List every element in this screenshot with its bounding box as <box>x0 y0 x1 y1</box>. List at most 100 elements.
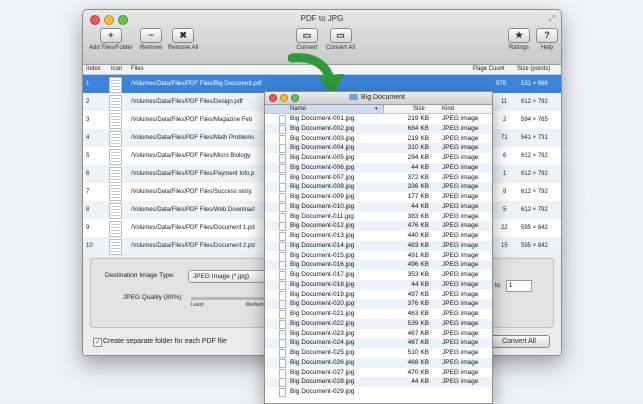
jpeg-file-icon <box>279 358 286 368</box>
convert-all-footer-button[interactable]: Convert All <box>488 335 550 348</box>
finder-file-size: 491 KB <box>407 251 429 259</box>
finder-file-row[interactable]: Big Document-010.jpg 44 KB JPEG image <box>265 201 492 212</box>
jpeg-file-icon <box>279 310 286 319</box>
convert-button[interactable]: ▭ Convert <box>296 28 318 51</box>
finder-file-row[interactable]: Big Document-026.jpg 468 KB JPEG image <box>265 357 492 368</box>
finder-file-row[interactable]: Big Document-001.jpg 219 KB JPEG image <box>265 114 492 124</box>
convert-all-button[interactable]: ▭ Convert All <box>326 28 355 51</box>
finder-titlebar: Big Document <box>265 92 492 105</box>
jpeg-file-icon <box>279 212 286 222</box>
jpeg-file-icon <box>279 368 286 378</box>
finder-file-kind: JPEG image <box>442 241 479 249</box>
finder-file-row[interactable]: Big Document-013.jpg 440 KB JPEG image <box>265 231 492 241</box>
finder-file-row[interactable]: Big Document-008.jpg 336 KB JPEG image <box>265 182 492 193</box>
finder-file-row[interactable]: Big Document-006.jpg 44 KB JPEG image <box>265 162 492 173</box>
ratings-button[interactable]: ★ Ratings <box>508 28 530 51</box>
finder-file-row[interactable]: Big Document-021.jpg 463 KB JPEG image <box>265 309 492 319</box>
finder-file-kind: JPEG image <box>442 261 479 269</box>
finder-file-name: Big Document-004.jpg <box>290 144 355 152</box>
x-icon: ✖ <box>172 28 195 43</box>
finder-file-row[interactable]: Big Document-002.jpg 684 KB JPEG image <box>265 123 492 134</box>
jpeg-file-icon <box>279 271 286 280</box>
finder-window-controls <box>269 94 299 102</box>
star-icon: ★ <box>508 28 530 43</box>
zoom-icon[interactable] <box>291 94 299 102</box>
finder-file-size: 476 KB <box>407 222 429 230</box>
col-icon[interactable]: Icon <box>111 66 122 72</box>
finder-file-size: 44 KB <box>411 163 429 171</box>
finder-file-kind: JPEG image <box>442 202 479 210</box>
jpeg-quality-label: JPEG Quality (80%): <box>123 294 183 301</box>
separate-folder-checkbox[interactable]: ✓ <box>93 338 102 347</box>
finder-file-row[interactable]: Big Document-015.jpg 491 KB JPEG image <box>265 251 492 261</box>
remove-button[interactable]: − Remove <box>140 28 162 51</box>
remove-all-button[interactable]: ✖ Remove All <box>168 28 198 51</box>
row-size: 612 × 792 <box>521 99 548 105</box>
row-index: 3 <box>86 117 90 123</box>
row-file: /Volumes/Data/Files/PDF Files/Payment In… <box>131 171 255 177</box>
finder-file-row[interactable]: Big Document-029.jpg <box>265 387 492 397</box>
finder-file-row[interactable]: Big Document-007.jpg 372 KB JPEG image <box>265 173 492 183</box>
finder-file-row[interactable]: Big Document-024.jpg 467 KB JPEG image <box>265 338 492 349</box>
convert-all-icon: ▭ <box>329 28 352 43</box>
finder-file-row[interactable]: Big Document-028.jpg 44 KB JPEG image <box>265 377 492 388</box>
finder-file-row[interactable]: Big Document-012.jpg 476 KB JPEG image <box>265 221 492 232</box>
fullscreen-icon[interactable]: ⤢ <box>549 14 555 24</box>
row-file: /Volumes/Data/Files/PDF Files/Success st… <box>131 189 253 195</box>
finder-file-name: Big Document-024.jpg <box>290 339 355 347</box>
finder-file-name: Big Document-021.jpg <box>290 310 355 317</box>
minimize-icon[interactable] <box>280 94 288 102</box>
jpeg-quality-slider[interactable] <box>191 297 271 300</box>
finder-file-row[interactable]: Big Document-023.jpg 467 KB JPEG image <box>265 329 492 339</box>
ratings-label: Ratings <box>508 45 530 51</box>
plus-icon: + <box>99 28 122 43</box>
finder-file-size: 353 KB <box>407 271 429 278</box>
row-pages: 5 <box>503 207 507 213</box>
col-page-count[interactable]: Page Count <box>473 66 505 72</box>
finder-file-row[interactable]: Big Document-004.jpg 310 KB JPEG image <box>265 143 492 154</box>
close-icon[interactable] <box>269 94 277 102</box>
finder-window: Big Document Name ▾ Size Kind Big Docume… <box>264 91 493 404</box>
finder-file-row[interactable]: Big Document-020.jpg 376 KB JPEG image <box>265 299 492 310</box>
finder-file-name: Big Document-022.jpg <box>290 319 355 327</box>
range-end-field[interactable]: 1 <box>506 280 532 292</box>
finder-file-size: 539 KB <box>407 319 429 327</box>
jpeg-file-icon <box>279 261 286 271</box>
col-files[interactable]: Files <box>131 66 144 72</box>
finder-col-name[interactable]: Name <box>290 106 306 112</box>
finder-file-row[interactable]: Big Document-019.jpg 497 KB JPEG image <box>265 290 492 300</box>
finder-file-row[interactable]: Big Document-014.jpg 483 KB JPEG image <box>265 240 492 251</box>
finder-file-row[interactable]: Big Document-003.jpg 219 KB JPEG image <box>265 134 492 144</box>
finder-file-kind: JPEG image <box>442 222 479 230</box>
finder-file-name: Big Document-009.jpg <box>290 193 355 200</box>
row-size: 541 × 731 <box>521 135 548 141</box>
finder-file-row[interactable]: Big Document-018.jpg 44 KB JPEG image <box>265 279 492 290</box>
help-button[interactable]: ? Help <box>536 28 558 51</box>
finder-file-kind: JPEG image <box>442 339 479 347</box>
finder-col-kind[interactable]: Kind <box>442 106 454 112</box>
finder-file-row[interactable]: Big Document-011.jpg 383 KB JPEG image <box>265 212 492 222</box>
finder-file-row[interactable]: Big Document-022.jpg 539 KB JPEG image <box>265 318 492 329</box>
col-index[interactable]: Index <box>86 66 101 72</box>
finder-file-name: Big Document-015.jpg <box>290 251 355 259</box>
finder-file-row[interactable]: Big Document-005.jpg 294 KB JPEG image <box>265 153 492 163</box>
finder-file-size: 44 KB <box>411 202 429 210</box>
col-size[interactable]: Size (points) <box>517 66 550 72</box>
finder-col-size[interactable]: Size <box>413 106 425 112</box>
add-files-button[interactable]: + Add Files/Folder <box>89 28 133 51</box>
row-index: 8 <box>86 207 90 213</box>
finder-file-kind: JPEG image <box>442 124 479 132</box>
finder-file-name: Big Document-016.jpg <box>290 261 355 269</box>
finder-file-row[interactable]: Big Document-027.jpg 470 KB JPEG image <box>265 368 492 378</box>
row-index: 1 <box>86 81 90 87</box>
row-file: /Volumes/Data/Files/PDF Files/Micro Biol… <box>131 153 252 159</box>
finder-file-row[interactable]: Big Document-016.jpg 496 KB JPEG image <box>265 260 492 271</box>
finder-file-kind: JPEG image <box>442 378 479 386</box>
row-index: 2 <box>86 99 90 105</box>
finder-file-kind: JPEG image <box>442 368 479 376</box>
finder-file-row[interactable]: Big Document-009.jpg 177 KB JPEG image <box>265 192 492 202</box>
finder-file-row[interactable]: Big Document-025.jpg 510 KB JPEG image <box>265 348 492 358</box>
finder-file-row[interactable]: Big Document-017.jpg 353 KB JPEG image <box>265 270 492 280</box>
row-pages: 71 <box>501 135 508 141</box>
remove-label: Remove <box>140 45 163 51</box>
